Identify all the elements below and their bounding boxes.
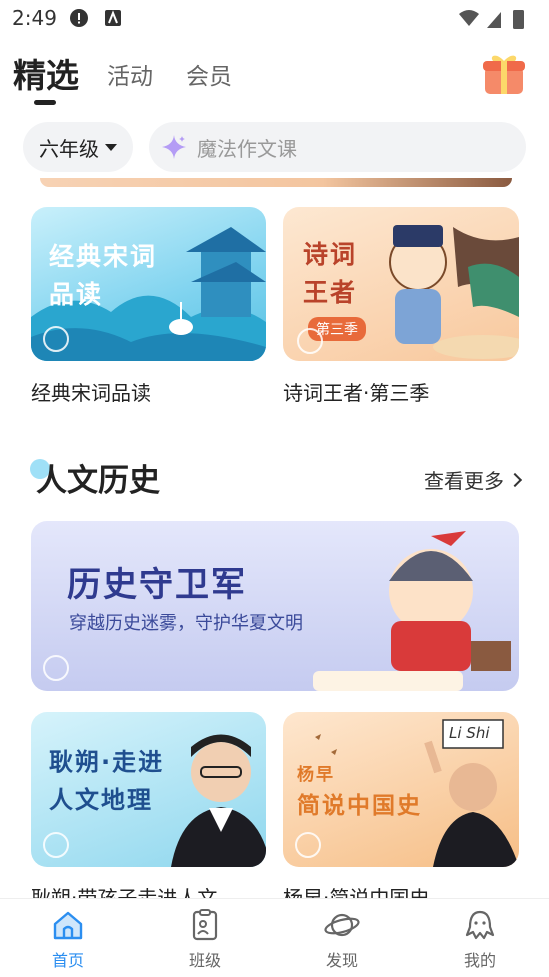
previous-banner[interactable] <box>40 178 512 187</box>
course-title[interactable]: 经典宋词品读 <box>31 377 151 406</box>
play-icon <box>43 326 69 352</box>
tab-indicator <box>34 100 56 105</box>
grade-selector[interactable]: 六年级 <box>23 122 133 172</box>
cover-text-line2: 简说中国史 <box>297 793 422 819</box>
signal-battery-icon <box>459 10 524 29</box>
course-title[interactable]: 诗词王者·第三季 <box>283 377 429 406</box>
headphones-icon <box>43 832 69 858</box>
see-more-link[interactable]: 查看更多 <box>424 465 523 494</box>
top-tabs: 精选 活动 会员 <box>0 45 549 111</box>
banner-subtitle: 穿越历史迷雾，守护华夏文明 <box>69 613 303 634</box>
nav-label: 首页 <box>51 951 84 970</box>
cover-text-line1: 杨早 <box>297 765 335 785</box>
banner-history-guard[interactable]: 历史守卫军 穿越历史迷雾，守护华夏文明 <box>31 521 519 691</box>
nav-class[interactable]: 班级 <box>160 907 250 975</box>
nav-label: 班级 <box>188 951 221 970</box>
tab-membership[interactable]: 会员 <box>186 57 232 91</box>
gift-icon[interactable] <box>481 50 527 96</box>
course-card-geography[interactable]: 耿朔·走进 人文地理 <box>31 712 266 867</box>
cover-text-line2: 王者 <box>303 278 358 307</box>
status-bar: 2:49 <box>0 0 549 36</box>
alert-icon <box>70 9 88 27</box>
sparkle-icon <box>162 135 186 159</box>
course-card-china-history[interactable]: Li Shi 杨早 简说中国史 <box>283 712 519 867</box>
home-icon <box>53 911 83 940</box>
play-icon <box>43 655 69 681</box>
grade-label: 六年级 <box>39 136 99 161</box>
sign-text: Li Shi <box>449 724 490 742</box>
nav-home[interactable]: 首页 <box>23 907 113 975</box>
history-guard-illustration <box>313 531 511 691</box>
headphones-icon <box>295 832 321 858</box>
chevron-right-icon <box>507 472 523 487</box>
tab-featured[interactable]: 精选 <box>13 49 79 97</box>
nav-label: 发现 <box>325 951 358 970</box>
search-bar[interactable]: 魔法作文课 <box>149 122 526 172</box>
nav-mine[interactable]: 我的 <box>435 907 525 975</box>
banner-title: 历史守卫军 <box>67 565 247 605</box>
cover-text-line1: 经典宋词 <box>49 242 158 271</box>
nav-label: 我的 <box>463 951 496 970</box>
class-icon <box>192 909 218 941</box>
bottom-nav: 首页 班级 发现 我的 <box>0 898 549 977</box>
keyboard-icon <box>105 10 121 26</box>
play-icon <box>297 328 323 354</box>
section-header-history: 人文历史 查看更多 <box>30 455 523 499</box>
cover-text-line1: 耿朔·走进 <box>49 748 165 776</box>
caret-down-icon <box>105 143 117 151</box>
status-time: 2:49 <box>12 6 57 30</box>
search-placeholder: 魔法作文课 <box>197 136 297 161</box>
cover-text-line1: 诗词 <box>303 240 358 269</box>
planet-icon <box>324 913 360 937</box>
course-card-shici[interactable]: 诗词 王者 第三季 <box>283 207 519 361</box>
see-more-label: 查看更多 <box>424 469 504 493</box>
cover-text-line2: 人文地理 <box>49 786 153 814</box>
nav-discover[interactable]: 发现 <box>297 907 387 975</box>
octopus-icon <box>465 910 495 940</box>
cover-text-line2: 品读 <box>49 280 104 309</box>
section-title: 人文历史 <box>36 463 160 499</box>
tab-activities[interactable]: 活动 <box>107 57 153 91</box>
course-card-song-ci[interactable]: 经典宋词 品读 <box>31 207 266 361</box>
